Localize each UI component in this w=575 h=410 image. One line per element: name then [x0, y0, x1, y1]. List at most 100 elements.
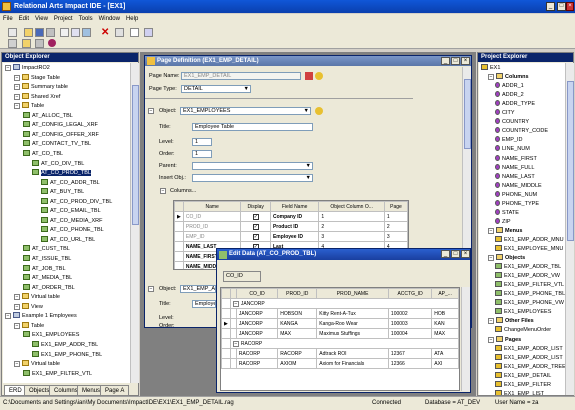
expand-icon[interactable]: − — [488, 255, 494, 262]
project-tree-item[interactable]: ZIP — [495, 217, 511, 227]
cut-icon[interactable] — [46, 28, 55, 37]
project-tree-item[interactable]: EX1_EMP_ADDR_LIST — [495, 344, 563, 354]
tree-item[interactable]: EX1_EMP_PHONE_TBL — [32, 350, 102, 360]
tree-item[interactable]: AT_CO_ADDR_TBL — [41, 178, 100, 188]
delete-icon[interactable]: ✕ — [101, 27, 109, 38]
cell[interactable]: RACORP — [235, 348, 279, 359]
minimize-button[interactable]: _ — [546, 2, 555, 11]
tree-item[interactable]: AT_CONFIG_OFFER_XRF — [23, 130, 99, 140]
cell[interactable]: 12366 — [387, 358, 433, 369]
tree-item[interactable]: EX1_EMP_ADDR_TBL — [32, 340, 98, 350]
group-cell[interactable]: − JANCORP — [229, 298, 459, 309]
cell[interactable]: Employee ID — [269, 231, 320, 242]
menu-tools[interactable]: Tools — [76, 14, 96, 25]
project-tree-item[interactable]: EX1_EMP_ADDR_TREE — [495, 362, 565, 372]
cell[interactable]: MAX — [277, 328, 318, 339]
expand-icon[interactable]: − — [14, 361, 20, 368]
project-tree[interactable]: EX1 − Columns ADDR_1 ADDR_2 ADDR_TYPE CITY COUN… — [479, 63, 565, 395]
cell[interactable]: JANCORP — [235, 318, 279, 329]
cell[interactable]: HOBSON — [277, 308, 318, 319]
maximize-button[interactable]: □ — [557, 2, 566, 11]
tree-item[interactable]: − Virtual table — [14, 360, 60, 369]
title2-field[interactable]: Employee Address — [192, 300, 216, 308]
column-header[interactable]: PROD_ID — [277, 288, 318, 299]
project-tree-item[interactable]: EX1_EMP_PHONE_VW — [495, 299, 564, 308]
close-button[interactable]: × — [566, 2, 574, 11]
tree-item[interactable]: − ImpactRO2 — [5, 64, 50, 73]
explorer-scrollbar[interactable] — [130, 63, 139, 383]
tree-item[interactable]: AT_ALLOC_TBL — [23, 111, 73, 121]
expand-icon[interactable]: − — [488, 336, 494, 343]
cell[interactable]: RACORP — [277, 348, 318, 359]
group-by-chip[interactable]: CO_ID — [223, 271, 261, 282]
column-header[interactable]: Object Column O... — [318, 201, 385, 212]
pd-close-button[interactable]: × — [461, 57, 470, 65]
tree-item[interactable]: AT_CO_PROD_TBL — [32, 169, 92, 178]
project-tree-item[interactable]: EX1_EMP_ADDR_LIST — [495, 353, 563, 363]
cell[interactable]: 1 — [318, 211, 385, 222]
expand-icon[interactable]: − — [5, 313, 11, 320]
cell[interactable]: Kitty Rent-A-Tux — [316, 308, 389, 319]
menu-window[interactable]: Window — [96, 14, 123, 25]
menu-file[interactable]: File — [0, 14, 16, 25]
cell[interactable]: 100004 — [387, 328, 433, 339]
expand-icon[interactable]: − — [14, 74, 20, 81]
tree-item[interactable]: AT_ISSUE_TBL — [23, 255, 71, 264]
tree-item[interactable]: AT_CO_URL_TBL — [41, 235, 95, 245]
tree-item[interactable]: AT_BUY_TBL — [41, 188, 84, 197]
column-header[interactable]: Page — [383, 201, 408, 212]
cell[interactable]: MAX — [431, 328, 459, 339]
cell[interactable]: Adtrack ROI — [316, 348, 389, 359]
project-tree-item[interactable]: EX1_EMP_LIST — [495, 389, 544, 395]
project-tree-item[interactable]: LINE_NUM — [495, 145, 530, 154]
project-tree-item[interactable]: − Objects — [488, 254, 525, 263]
table-row[interactable]: JANCORP HOBSON Kitty Rent-A-Tux 100002 HOB — [221, 308, 459, 319]
cell[interactable]: Axiom for Financials — [316, 358, 389, 369]
cell[interactable]: AXIOM — [277, 358, 318, 369]
column-header[interactable]: Display — [240, 201, 271, 212]
expand-icon[interactable]: − — [5, 65, 11, 71]
cell[interactable]: Maximus Stuffings — [316, 328, 389, 339]
title-field[interactable]: Employee Table — [192, 123, 313, 131]
edit-data-grid[interactable]: CO_ID PROD_ID PROD_NAME ACCTG_ID AP_... − JAN… — [220, 287, 460, 391]
project-tree-item[interactable]: STATE — [495, 208, 519, 218]
new-icon[interactable] — [8, 28, 17, 37]
tree-item[interactable]: AT_MEDIA_TBL — [23, 274, 72, 283]
cell[interactable]: ✓ — [240, 231, 271, 242]
collapse-group-icon[interactable]: − — [232, 300, 239, 307]
paste-icon[interactable] — [71, 28, 80, 37]
debug-icon[interactable] — [48, 39, 56, 47]
cell[interactable]: 3 — [318, 231, 385, 242]
tree-item[interactable]: − Stage Table — [14, 73, 60, 83]
object-tree[interactable]: − ImpactRO2− Stage Table − Summary table − Sha… — [3, 63, 130, 383]
project-tree-item[interactable]: ChangeMenuOrder — [495, 326, 551, 335]
project-tree-item[interactable]: NAME_FULL — [495, 163, 534, 173]
expand-icon[interactable]: − — [14, 93, 20, 100]
object-select[interactable]: EX1_EMPLOYEES ▼ — [180, 107, 311, 115]
tree-item[interactable]: − Table — [14, 102, 44, 111]
tree-item[interactable]: EX1_EMP_FILTER_VTL — [23, 369, 92, 379]
project-tree-item[interactable]: EX1_EMPLOYEES — [495, 308, 551, 317]
project-tree-item[interactable]: PHONE_TYPE — [495, 199, 539, 209]
project-scroll-thumb[interactable] — [567, 81, 574, 241]
table-row[interactable]: PROD_ID ✓ Product ID 2 2 — [174, 221, 408, 232]
project-tree-item[interactable]: ADDR_1 — [495, 82, 524, 91]
tree-item[interactable]: − Summary table — [14, 83, 68, 92]
project-tree-item[interactable]: CITY — [495, 109, 515, 118]
open-folder-icon[interactable] — [24, 28, 33, 37]
copy-icon[interactable] — [60, 28, 69, 37]
tree-item[interactable]: AT_CO_EMAIL_TBL — [41, 207, 101, 216]
cell[interactable]: JANCORP — [235, 328, 279, 339]
column-header[interactable]: ACCTG_ID — [387, 288, 433, 299]
project-tree-item[interactable]: ADDR_2 — [495, 91, 524, 100]
table-row[interactable]: RACORP AXIOM Axiom for Financials 12366 AXI — [221, 358, 459, 369]
tree-item[interactable]: AT_CO_DIV_TBL — [32, 159, 84, 169]
expand-icon[interactable]: − — [14, 84, 20, 91]
pd-scroll-thumb[interactable] — [464, 79, 471, 149]
cell[interactable]: 100003 — [387, 318, 433, 329]
project-icon[interactable] — [22, 39, 31, 48]
ed-minimize-button[interactable]: _ — [441, 250, 450, 258]
project-tree-item[interactable]: PHONE_NUM — [495, 190, 537, 200]
tree-item[interactable]: AT_CUST_TBL — [23, 245, 70, 254]
expand-icon[interactable]: − — [14, 103, 20, 110]
